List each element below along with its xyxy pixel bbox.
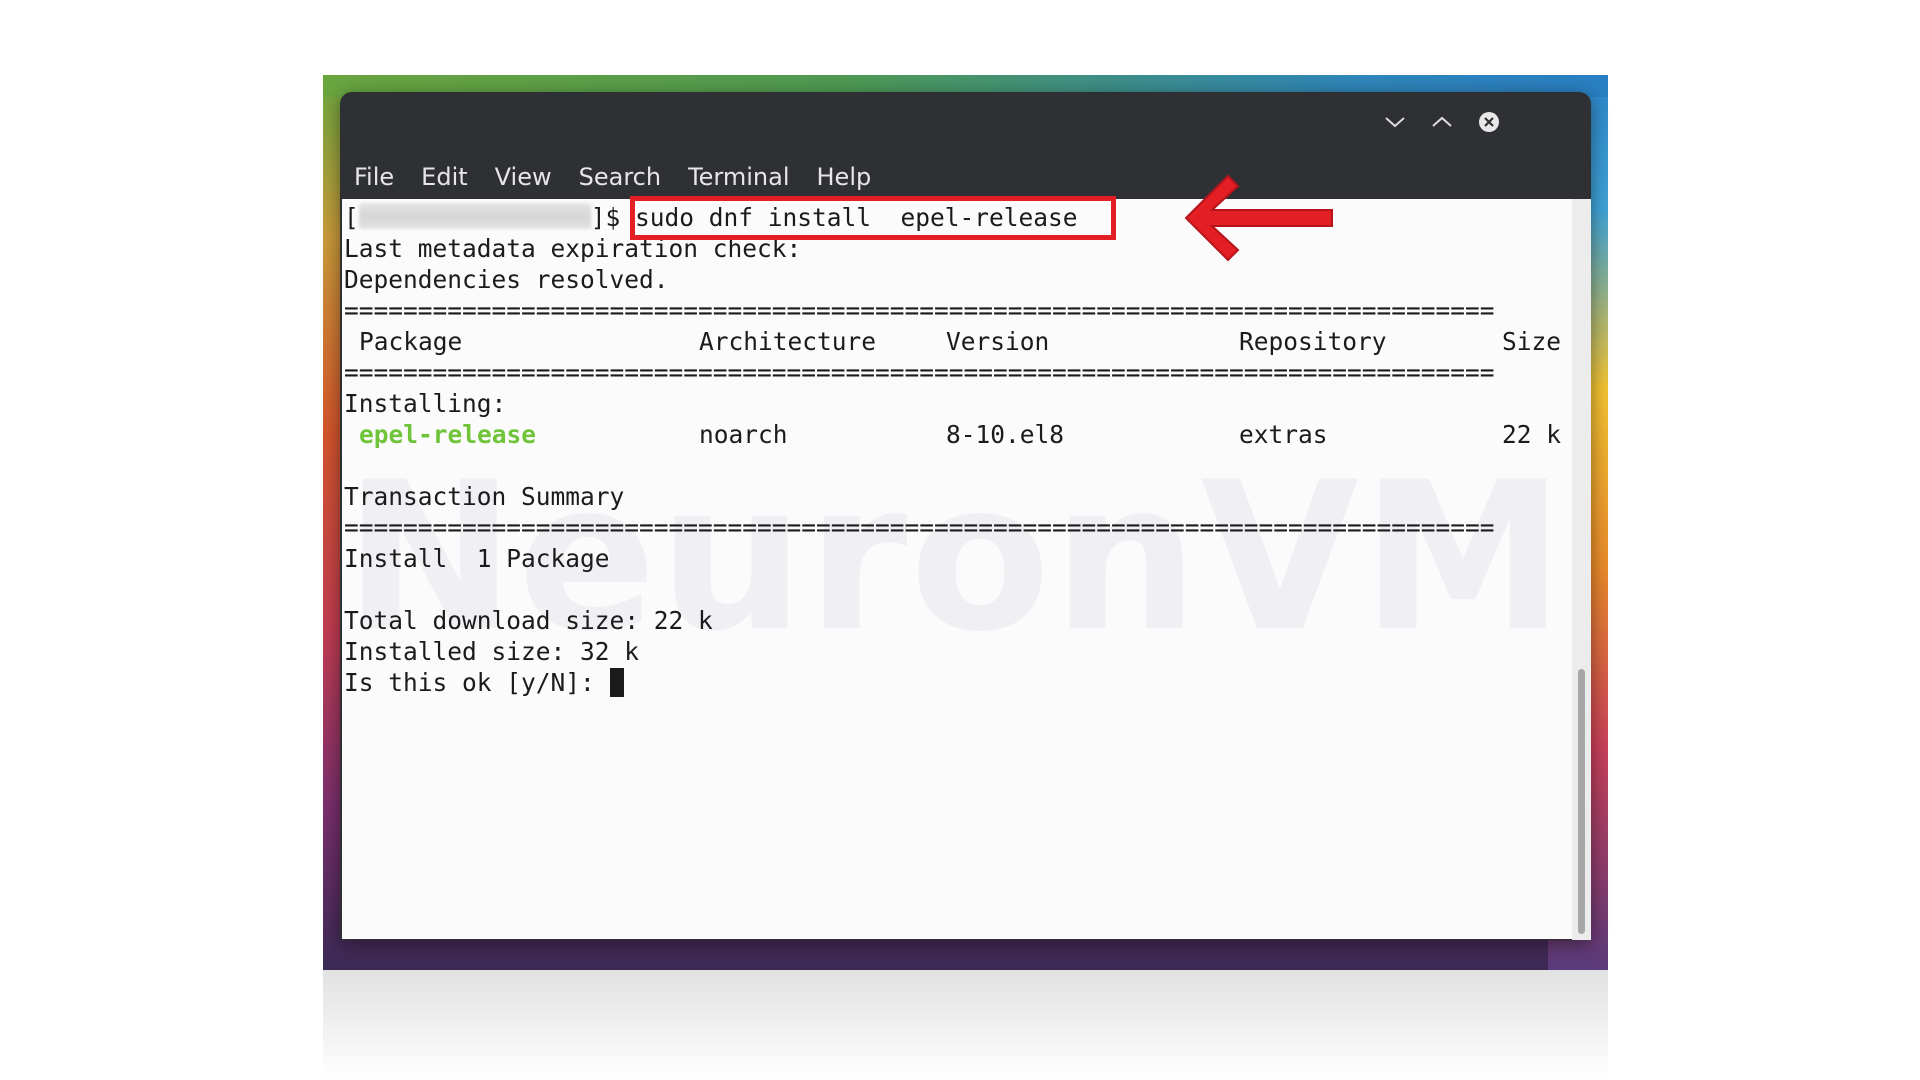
menu-edit[interactable]: Edit — [421, 163, 467, 191]
terminal-output[interactable]: NeuronVM []$ sudo dnf install epel-relea… — [342, 199, 1572, 939]
scrollbar-thumb[interactable] — [1578, 669, 1585, 934]
menu-help[interactable]: Help — [817, 163, 872, 191]
command-highlight-box — [630, 196, 1116, 240]
package-arch: noarch — [699, 420, 788, 449]
text-cursor — [609, 668, 624, 697]
header-repository: Repository — [1239, 327, 1387, 356]
chevron-up-icon — [1432, 116, 1452, 127]
menu-view[interactable]: View — [495, 163, 552, 191]
separator-line: ========================================… — [344, 358, 1495, 387]
chevron-down-icon — [1385, 117, 1405, 128]
total-download-size: Total download size: 22 k — [344, 606, 713, 635]
minimize-button[interactable] — [1380, 107, 1410, 137]
confirm-prompt: Is this ok [y/N]: — [344, 668, 610, 697]
package-repo: extras — [1239, 420, 1328, 449]
separator-line: ========================================… — [344, 513, 1495, 542]
prompt-close: ]$ — [590, 203, 636, 232]
scrollbar[interactable] — [1572, 199, 1591, 940]
installing-label: Installing: — [344, 389, 507, 418]
prompt-open: [ — [344, 203, 359, 232]
deps-line: Dependencies resolved. — [344, 265, 669, 294]
redacted-hostname — [358, 203, 591, 229]
installed-size: Installed size: 32 k — [344, 637, 640, 666]
menu-file[interactable]: File — [354, 163, 394, 191]
table-row: epel-release noarch 8-10.el8 extras 22 k — [344, 419, 1572, 450]
window-reflection — [323, 970, 1608, 1080]
separator-line: ========================================… — [344, 296, 1495, 325]
close-button[interactable] — [1474, 107, 1504, 137]
install-count: Install 1 Package — [344, 544, 610, 573]
summary-title: Transaction Summary — [344, 482, 625, 511]
package-version: 8-10.el8 — [946, 420, 1065, 449]
menu-terminal[interactable]: Terminal — [688, 163, 789, 191]
close-icon — [1479, 112, 1499, 132]
header-package: Package — [359, 327, 463, 356]
arrow-left-icon — [1184, 174, 1333, 262]
window-titlebar[interactable] — [340, 92, 1591, 154]
menu-search[interactable]: Search — [579, 163, 661, 191]
menu-bar: File Edit View Search Terminal Help — [340, 154, 1591, 199]
package-name: epel-release — [359, 420, 537, 449]
header-version: Version — [946, 327, 1050, 356]
header-architecture: Architecture — [699, 327, 877, 356]
maximize-button[interactable] — [1427, 107, 1457, 137]
header-size: Size — [1502, 327, 1562, 356]
table-header-row: Package Architecture Version Repository … — [344, 326, 1572, 357]
confirm-prompt-line: Is this ok [y/N]: — [344, 667, 624, 698]
package-size: 22 k — [1502, 420, 1562, 449]
